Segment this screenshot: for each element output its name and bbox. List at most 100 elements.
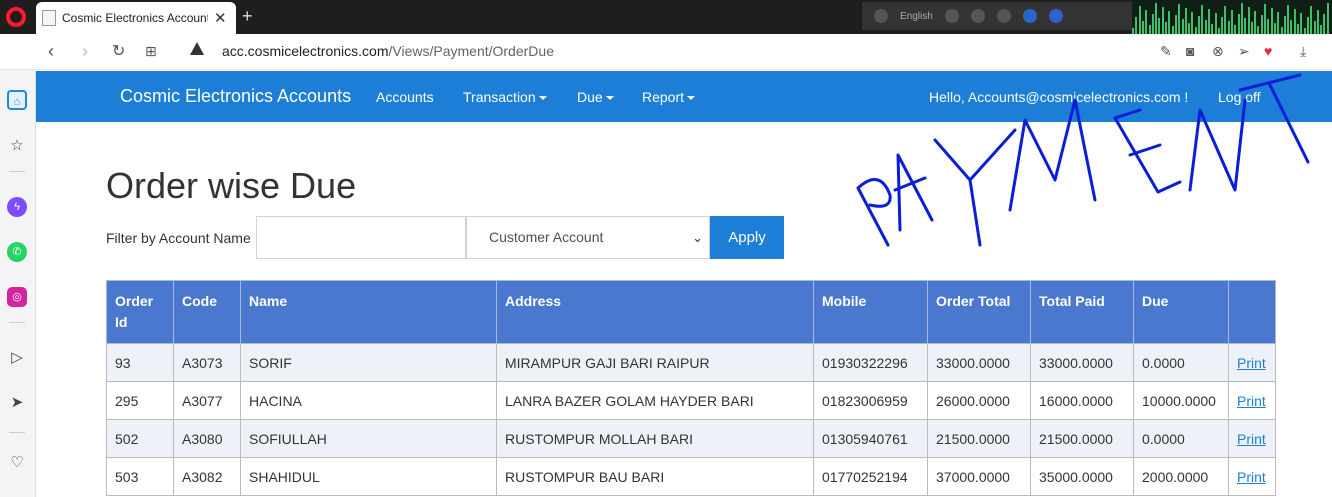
graph-bar [1211, 24, 1214, 34]
graph-bar [1155, 3, 1158, 34]
col-mobile: Mobile [813, 280, 928, 344]
bookmarks-icon[interactable]: ☆ [7, 136, 27, 156]
graph-bar [1161, 7, 1164, 34]
order-due-table: Order Id Code Name Address Mobile Order … [106, 280, 1276, 496]
browser-tab[interactable]: Cosmic Electronics Account ✕ [36, 2, 236, 34]
graph-bar [1171, 26, 1174, 34]
graph-bar [1234, 25, 1237, 34]
col-code: Code [173, 280, 241, 344]
graph-bar [1191, 12, 1194, 34]
reload-icon[interactable]: ↻ [112, 41, 125, 61]
print-link[interactable]: Print [1237, 469, 1266, 485]
print-link[interactable]: Print [1237, 393, 1266, 409]
graph-bar [1198, 16, 1200, 34]
cell-mobile: 01823006959 [813, 381, 928, 420]
cell-action: Print [1228, 343, 1276, 382]
col-total-paid: Total Paid [1030, 280, 1134, 344]
send-icon[interactable]: ➢ [1238, 43, 1250, 60]
graph-bar [1201, 5, 1204, 34]
blocker-icon[interactable]: ⊗ [1212, 43, 1224, 60]
graph-bar [1320, 25, 1323, 34]
tabs-grid-icon[interactable]: ⊞ [145, 43, 157, 60]
tray-help-icon[interactable] [1048, 9, 1063, 23]
graph-bar [1323, 14, 1326, 34]
graph-bar [1300, 13, 1303, 34]
tray-drive-icon[interactable] [944, 9, 959, 23]
back-icon[interactable]: ‹ [48, 41, 54, 62]
print-link[interactable]: Print [1237, 355, 1266, 371]
user-greeting-link[interactable]: Hello, Accounts@cosmicelectronics.com ! [929, 89, 1188, 105]
graph-bar [1158, 18, 1161, 34]
print-link[interactable]: Print [1237, 431, 1266, 447]
new-tab-icon[interactable]: + [242, 6, 253, 27]
tray-app-icon[interactable] [874, 9, 888, 23]
cell-action: Print [1228, 381, 1276, 420]
graph-bar [1138, 6, 1141, 34]
nav-report-dropdown[interactable]: Report [642, 89, 695, 105]
graph-bar [1254, 11, 1257, 34]
page-title: Order wise Due [106, 165, 357, 206]
cell-mobile: 01930322296 [813, 343, 928, 382]
heart-icon[interactable]: ♥ [1264, 43, 1272, 59]
cell-due: 0.0000 [1133, 343, 1229, 382]
favorites-heart-icon[interactable]: ♡ [7, 453, 27, 473]
tray-ie-icon[interactable] [1022, 9, 1037, 23]
brand-link[interactable]: Cosmic Electronics Accounts [120, 86, 351, 107]
instagram-icon[interactable]: ◎ [7, 287, 27, 307]
graph-bar [1247, 7, 1250, 34]
whatsapp-icon[interactable]: ✆ [7, 242, 27, 262]
graph-bar [1306, 17, 1309, 34]
graph-bar [1283, 16, 1286, 34]
edit-icon[interactable]: ✎ [1160, 43, 1172, 60]
download-icon[interactable]: ⤓ [1300, 43, 1306, 60]
col-order-id: Order Id [106, 280, 174, 344]
tray-settings-icon[interactable] [996, 9, 1011, 23]
graph-bar [1270, 8, 1273, 34]
cell-code: A3077 [173, 381, 241, 420]
cell-address: LANRA BAZER GOLAM HAYDER BARI [496, 381, 814, 420]
logoff-link[interactable]: Log off [1218, 89, 1261, 105]
account-name-input[interactable] [256, 216, 466, 259]
cell-address: MIRAMPUR GAJI BARI RAIPUR [496, 343, 814, 382]
graph-bar [1240, 3, 1243, 34]
messenger-icon[interactable]: ϟ [7, 197, 27, 217]
player-icon[interactable]: ▷ [7, 348, 27, 368]
nav-due-dropdown[interactable]: Due [577, 89, 614, 105]
cell-due: 0.0000 [1133, 419, 1229, 458]
home-icon[interactable]: ⌂ [7, 90, 27, 110]
cell-total-paid: 21500.0000 [1030, 419, 1134, 458]
graph-bar [1267, 19, 1270, 34]
col-name: Name [240, 280, 497, 344]
forward-icon[interactable]: › [82, 41, 88, 62]
tab-close-icon[interactable]: ✕ [214, 9, 227, 27]
cell-address: RUSTOMPUR BAU BARI [496, 457, 814, 496]
system-tray: English [862, 2, 1132, 30]
opera-logo-icon[interactable] [6, 7, 26, 27]
apply-button[interactable]: Apply [710, 216, 784, 259]
graph-bar [1174, 15, 1177, 34]
cell-order-id: 93 [106, 343, 174, 382]
account-type-select[interactable]: Customer Account ⌄ [466, 216, 710, 259]
tray-language[interactable]: English [900, 11, 933, 22]
nav-accounts[interactable]: Accounts [376, 89, 434, 105]
cell-order-id: 295 [106, 381, 174, 420]
cell-total-paid: 35000.0000 [1030, 457, 1134, 496]
cell-action: Print [1228, 457, 1276, 496]
graph-bar [1310, 6, 1313, 34]
warning-icon[interactable] [190, 42, 204, 55]
camera-icon[interactable]: ◙ [1186, 43, 1194, 59]
nav-transaction-dropdown[interactable]: Transaction [463, 89, 547, 105]
browser-tab-bar: Cosmic Electronics Account ✕ + English [0, 0, 1332, 34]
sidebar-divider [9, 432, 25, 433]
cell-total-paid: 16000.0000 [1030, 381, 1134, 420]
graph-bar [1244, 18, 1247, 34]
url-field[interactable]: acc.cosmicelectronics.com/Views/Payment/… [222, 43, 554, 59]
tray-chess-icon[interactable] [970, 9, 985, 23]
table-row: 502 A3080 SOFIULLAH RUSTOMPUR MOLLAH BARI 01… [106, 419, 1276, 458]
graph-bar [1287, 5, 1290, 34]
graph-bar [1250, 22, 1253, 34]
graph-bar [1204, 20, 1207, 34]
graph-bar [1280, 27, 1283, 34]
graph-bar [1165, 22, 1167, 34]
flow-icon[interactable]: ➤ [7, 393, 27, 413]
